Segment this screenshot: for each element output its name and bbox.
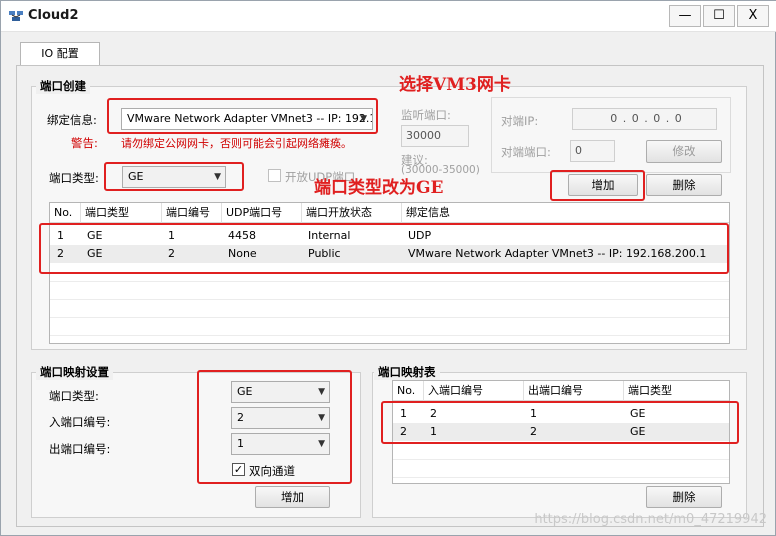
title-bar[interactable]: Cloud2 — ☐ X — [1, 1, 776, 32]
tab-io-config[interactable]: IO 配置 — [20, 42, 100, 66]
map-port-type-label: 端口类型: — [49, 389, 99, 403]
close-button[interactable]: X — [737, 5, 769, 27]
col-out-port[interactable]: 出端口编号 — [524, 381, 624, 401]
delete-mapping-button[interactable]: 删除 — [646, 486, 722, 508]
warning-label: 警告: — [71, 136, 98, 150]
add-mapping-button[interactable]: 增加 — [255, 486, 330, 508]
col-port-type[interactable]: 端口类型 — [81, 203, 162, 223]
cloud2-window: Cloud2 — ☐ X IO 配置 端口创建 绑定信息: VMware Net… — [0, 0, 776, 536]
peer-ip-value: 0 . 0 . 0 . 0 — [610, 112, 683, 125]
listen-port-label: 监听端口: — [401, 108, 451, 122]
empty-row-line — [50, 335, 729, 336]
col-bind-info[interactable]: 绑定信息 — [402, 203, 729, 223]
peer-port-label: 对端端口: — [501, 145, 551, 159]
annotation-box-port-rows — [39, 223, 729, 274]
watermark: https://blog.csdn.net/m0_47219942 — [534, 512, 767, 527]
empty-row-line — [393, 459, 729, 460]
delete-port-button[interactable]: 删除 — [646, 174, 722, 196]
col-no[interactable]: No. — [50, 203, 81, 223]
empty-row-line — [393, 477, 729, 478]
annotation-box-port-type — [104, 162, 244, 191]
port-mapping-table-title: 端口映射表 — [374, 364, 440, 380]
annotation-box-mapping-settings — [197, 370, 352, 484]
annotation-box-bind-info — [107, 98, 378, 134]
warning-text: 请勿绑定公网网卡，否则可能会引起网络瘫痪。 — [121, 137, 352, 150]
col-in-port[interactable]: 入端口编号 — [424, 381, 524, 401]
bind-info-label: 绑定信息: — [47, 113, 97, 127]
annotation-box-add-button — [550, 170, 645, 201]
cloud-app-icon — [9, 11, 23, 21]
annotation-change-port-type: 端口类型改为GE — [314, 178, 444, 198]
in-port-label: 入端口编号: — [49, 415, 111, 429]
col-no[interactable]: No. — [393, 381, 424, 401]
empty-row-line — [50, 281, 729, 282]
out-port-label: 出端口编号: — [49, 442, 111, 456]
empty-row-line — [50, 317, 729, 318]
peer-port-input[interactable]: 0 — [570, 140, 615, 162]
minimize-button[interactable]: — — [669, 5, 701, 27]
annotation-select-vm3: 选择VM3网卡 — [399, 75, 511, 95]
port-type-label: 端口类型: — [49, 171, 99, 185]
open-udp-checkbox[interactable] — [268, 169, 281, 182]
col-udp-port[interactable]: UDP端口号 — [222, 203, 302, 223]
port-create-title: 端口创建 — [36, 78, 90, 94]
col-open-status[interactable]: 端口开放状态 — [302, 203, 402, 223]
annotation-box-mapping-rows — [381, 401, 739, 444]
peer-port-value: 0 — [575, 144, 582, 157]
col-port-number[interactable]: 端口编号 — [162, 203, 222, 223]
peer-ip-label: 对端IP: — [501, 114, 539, 128]
port-mapping-settings-title: 端口映射设置 — [36, 364, 113, 380]
window-title: Cloud2 — [28, 8, 79, 23]
peer-ip-input[interactable]: 0 . 0 . 0 . 0 — [572, 108, 717, 130]
listen-port-input[interactable]: 30000 — [401, 125, 469, 147]
empty-row-line — [50, 299, 729, 300]
modify-button[interactable]: 修改 — [646, 140, 722, 163]
col-port-type[interactable]: 端口类型 — [624, 381, 729, 401]
listen-port-value: 30000 — [406, 129, 441, 142]
maximize-button[interactable]: ☐ — [703, 5, 735, 27]
